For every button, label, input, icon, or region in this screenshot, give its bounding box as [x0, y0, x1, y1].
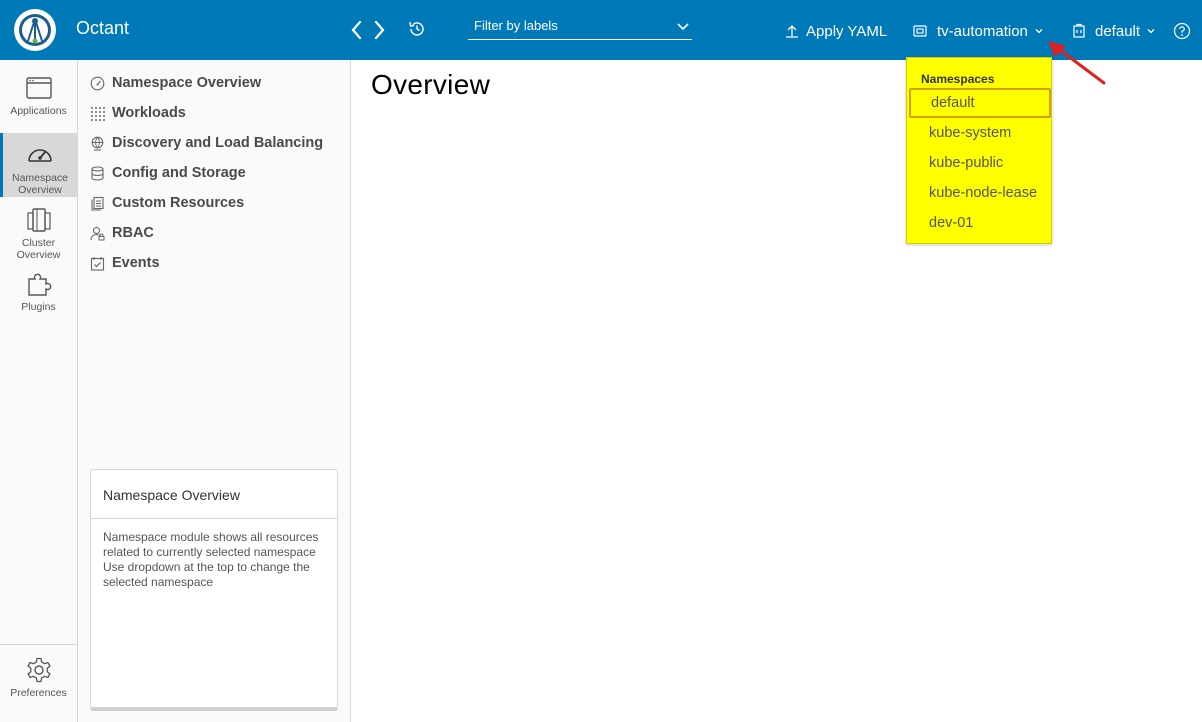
documents-icon: [91, 196, 104, 211]
octant-logo-icon[interactable]: [14, 9, 56, 51]
context-name: tv-automation: [937, 22, 1028, 40]
subnav-label: Namespace Overview: [112, 75, 262, 91]
subnav-item-namespace-overview[interactable]: Namespace Overview: [90, 72, 261, 94]
apply-yaml-button[interactable]: Apply YAML: [784, 19, 887, 43]
dropdown-item-kube-node-lease[interactable]: kube-node-lease: [909, 178, 1051, 208]
rail-item-plugins[interactable]: Plugins: [0, 270, 77, 322]
page-title: Overview: [371, 69, 491, 100]
subnav-label: Config and Storage: [112, 165, 246, 181]
subnav-label: Discovery and Load Balancing: [112, 135, 324, 151]
info-card-title: Namespace Overview: [103, 487, 240, 503]
dropdown-item-kube-public[interactable]: kube-public: [909, 148, 1051, 178]
dashboard-icon: [28, 149, 52, 162]
help-icon[interactable]: [1173, 22, 1191, 40]
upload-icon: [786, 25, 798, 38]
network-icon: [91, 136, 104, 151]
subnav-label: RBAC: [112, 225, 154, 241]
subnav-label: Workloads: [112, 105, 186, 121]
rail-item-cluster-overview[interactable]: Cluster Overview: [0, 206, 77, 266]
dropdown-item-kube-system[interactable]: kube-system: [909, 118, 1051, 148]
label-filter-select[interactable]: Filter by labels: [468, 16, 692, 40]
app-header: Octant Filter by labels Apply YAML tv-au…: [0, 0, 1202, 60]
subnav-item-config-storage[interactable]: Config and Storage: [90, 162, 246, 184]
apply-yaml-label: Apply YAML: [806, 22, 888, 40]
rail-label: Cluster Overview: [16, 237, 61, 261]
main-content: Overview: [351, 60, 1202, 722]
user-icon: [90, 226, 105, 240]
subnav-label: Events: [112, 255, 160, 271]
info-card-divider: [91, 518, 337, 519]
window-icon: [25, 77, 52, 99]
chevron-down-icon: [677, 23, 689, 31]
rail-item-namespace-overview[interactable]: Namespace Overview: [0, 133, 77, 197]
chevron-down-icon: [1147, 29, 1155, 34]
storage-icon: [91, 165, 104, 181]
rail-label: Preferences: [10, 687, 67, 699]
info-card-body: Namespace module shows all resources rel…: [103, 530, 319, 589]
subnav-item-discovery-load-balancing[interactable]: Discovery and Load Balancing: [90, 132, 323, 154]
grid-icon: [91, 106, 105, 121]
gear-icon: [26, 657, 51, 683]
subnav-item-events[interactable]: Events: [90, 252, 160, 274]
dropdown-item-dev-01[interactable]: dev-01: [909, 208, 1051, 238]
primary-nav-rail: Applications Namespace Overview Cluster …: [0, 60, 78, 722]
rail-divider: [0, 644, 77, 645]
rail-label: Applications: [10, 105, 67, 117]
secondary-nav: Namespace Overview Workloads Discovery a…: [78, 60, 351, 722]
rail-label: Namespace Overview: [11, 172, 69, 196]
calendar-icon: [90, 256, 105, 271]
chevron-down-icon: [1035, 29, 1043, 34]
subnav-label: Custom Resources: [112, 195, 245, 211]
history-icon[interactable]: [406, 18, 428, 40]
subnav-item-custom-resources[interactable]: Custom Resources: [90, 192, 244, 214]
namespace-selector[interactable]: default: [1071, 19, 1156, 43]
context-selector[interactable]: tv-automation: [912, 19, 1044, 43]
puzzle-icon: [27, 273, 51, 296]
dropdown-header: Namespaces: [921, 72, 995, 86]
back-arrow-icon[interactable]: [345, 15, 367, 45]
dropdown-item-default[interactable]: default: [909, 88, 1051, 118]
cluster-icon: [26, 208, 51, 232]
rail-item-applications[interactable]: Applications: [0, 74, 77, 132]
subnav-item-workloads[interactable]: Workloads: [90, 102, 186, 124]
namespace-name: default: [1095, 22, 1141, 40]
building-icon: [1073, 23, 1085, 38]
context-icon: [913, 25, 927, 37]
rail-label: Plugins: [21, 301, 56, 313]
forward-arrow-icon[interactable]: [369, 15, 391, 45]
gauge-icon: [90, 76, 105, 90]
namespace-dropdown-menu: Namespaces default kube-system kube-publ…: [906, 57, 1052, 244]
info-card: Namespace Overview Namespace module show…: [90, 469, 338, 711]
label-filter-placeholder: Filter by labels: [474, 18, 558, 33]
subnav-item-rbac[interactable]: RBAC: [90, 222, 154, 244]
rail-item-preferences[interactable]: Preferences: [0, 656, 77, 710]
app-title: Octant: [76, 18, 130, 38]
